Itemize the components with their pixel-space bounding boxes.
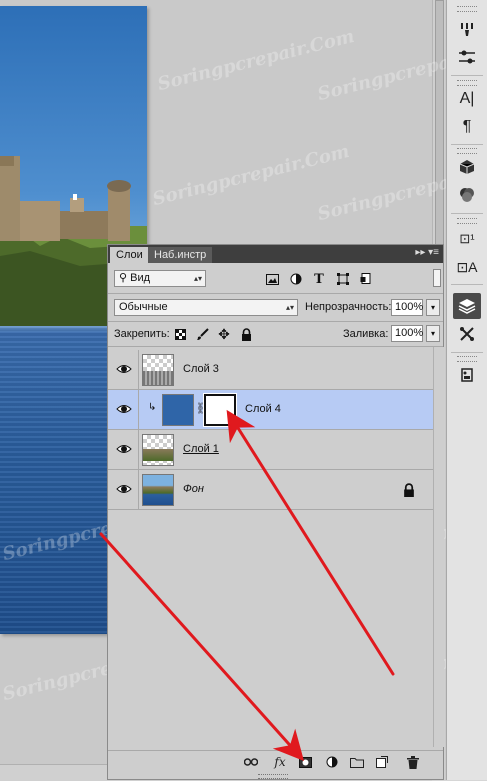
layer-row[interactable]: Слой 3	[108, 350, 433, 390]
layer-name[interactable]: Слой 3	[183, 363, 219, 375]
layers-icon[interactable]	[453, 293, 481, 319]
fill-field[interactable]: 100%	[391, 325, 423, 342]
toolbar-grip[interactable]	[457, 6, 477, 12]
chevron-updown-icon: ▴▾	[193, 274, 202, 283]
clipping-arrow-icon: ↳	[148, 402, 157, 413]
layers-footer: fx	[108, 750, 443, 773]
eye-icon[interactable]	[116, 442, 132, 456]
link-layers-icon[interactable]	[242, 754, 260, 770]
eye-icon[interactable]	[116, 362, 132, 376]
channels-icon[interactable]	[453, 182, 481, 208]
filter-adjustment-icon[interactable]	[288, 271, 304, 287]
add-mask-icon[interactable]	[296, 754, 314, 770]
trash-icon[interactable]	[404, 754, 422, 770]
lock-transparent-icon[interactable]	[172, 326, 188, 342]
layer-name[interactable]: Фон	[183, 483, 204, 495]
right-panel-toolbar: A| ¶ ⊡¹ ⊡A	[446, 0, 487, 780]
adjust-icon[interactable]	[453, 44, 481, 70]
character-icon[interactable]: A|	[453, 86, 481, 112]
toolbar-grip[interactable]	[457, 218, 477, 224]
filter-kind-select[interactable]: ⚲ Вид ▴▾	[114, 270, 206, 287]
layers-scrollbar[interactable]	[433, 347, 444, 747]
layer-row-selected[interactable]: ↳ ⛓ Слой 4	[108, 390, 433, 430]
layers-list[interactable]: Слой 3 ↳ ⛓ Слой 4 Слой 1 Фон	[108, 347, 433, 747]
opacity-field[interactable]: 100%	[391, 299, 423, 316]
filter-kind-label: Вид	[130, 272, 151, 284]
lock-label: Закрепить:	[114, 328, 170, 340]
blend-mode-label: Обычные	[119, 301, 168, 313]
filter-smart-object-icon[interactable]	[358, 271, 374, 287]
layer-row[interactable]: Слой 1	[108, 430, 433, 470]
layer-row[interactable]: Фон	[108, 470, 433, 510]
filter-shape-icon[interactable]	[335, 271, 351, 287]
filter-row: ⚲ Вид ▴▾ T	[108, 265, 443, 293]
filter-toggle-switch[interactable]	[433, 269, 441, 287]
opacity-dropdown-button[interactable]: ▾	[426, 299, 440, 316]
filter-type-icon[interactable]: T	[311, 271, 327, 287]
blend-mode-select[interactable]: Обычные ▴▾	[114, 299, 298, 316]
layer-thumbnail[interactable]	[142, 354, 174, 386]
folder-icon[interactable]	[348, 754, 366, 770]
opacity-label: Непрозрачность:	[305, 301, 392, 313]
layer-thumbnail[interactable]	[142, 434, 174, 466]
adjustment-layer-icon[interactable]	[323, 754, 341, 770]
blend-row: Обычные ▴▾ Непрозрачность: 100% ▾	[108, 294, 443, 321]
eye-icon[interactable]	[116, 482, 132, 496]
paragraph-icon[interactable]: ¶	[453, 114, 481, 140]
filter-pixel-icon[interactable]	[264, 271, 280, 287]
layer-mask-thumbnail[interactable]	[203, 393, 237, 427]
panel-header: Слои Наб.инстр ▸▸ ▾≡	[108, 245, 443, 263]
styles-icon[interactable]: ⊡A	[453, 254, 481, 280]
paths-icon[interactable]	[453, 321, 481, 347]
eye-icon[interactable]	[116, 402, 132, 416]
fill-label: Заливка:	[343, 328, 389, 340]
properties-icon[interactable]	[453, 362, 481, 388]
layer-thumbnail[interactable]	[142, 474, 174, 506]
brush-settings-icon[interactable]	[453, 16, 481, 42]
lock-move-icon[interactable]: ✥	[216, 326, 232, 342]
layer-name[interactable]: Слой 1	[183, 443, 219, 455]
lock-brush-icon[interactable]	[194, 326, 210, 342]
lock-icon	[404, 483, 414, 497]
lock-all-icon[interactable]	[238, 326, 254, 342]
tab-tool-presets[interactable]: Наб.инстр	[148, 247, 213, 263]
chevron-updown-icon: ▴▾	[285, 303, 294, 312]
search-icon: ⚲	[119, 272, 131, 284]
clone-source-icon[interactable]: ⊡¹	[453, 226, 481, 252]
lock-row: Закрепить: ✥ Заливка: 100% ▾	[108, 322, 443, 346]
new-layer-icon[interactable]	[373, 754, 391, 770]
panel-resize-grip[interactable]	[258, 774, 288, 779]
layers-panel: Слои Наб.инстр ▸▸ ▾≡ ⚲ Вид ▴▾ T Обычные …	[107, 244, 444, 780]
layer-name[interactable]: Слой 4	[245, 403, 281, 415]
fx-icon[interactable]: fx	[271, 754, 289, 770]
panel-menu-icon[interactable]: ▸▸ ▾≡	[415, 247, 439, 258]
layer-thumbnail[interactable]	[162, 394, 194, 426]
tab-layers[interactable]: Слои	[110, 247, 149, 263]
3d-icon[interactable]	[453, 154, 481, 180]
fill-dropdown-button[interactable]: ▾	[426, 325, 440, 342]
